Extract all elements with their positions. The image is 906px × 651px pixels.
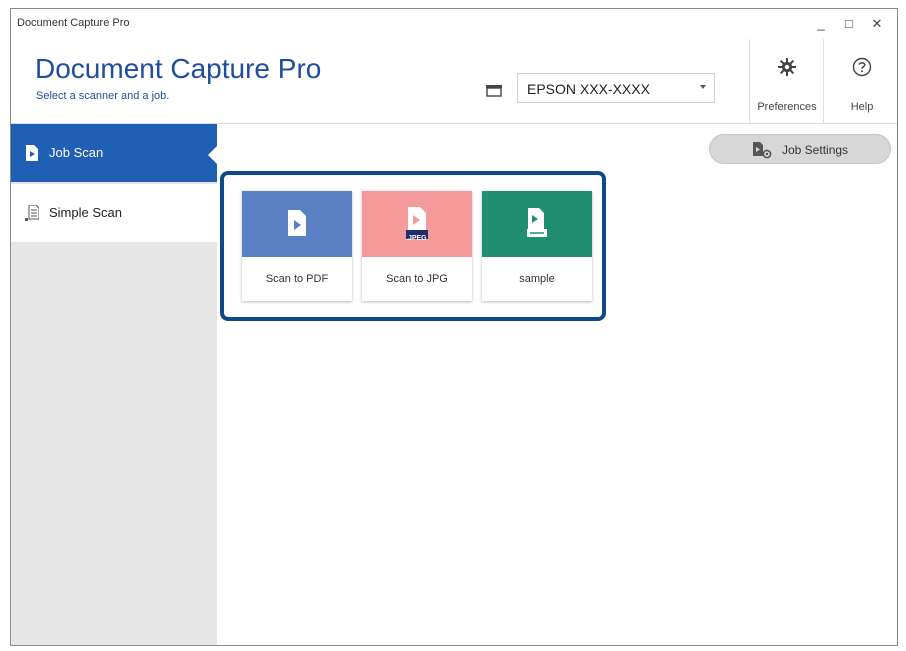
app-window: Document Capture Pro _ □ ✕ Document Capt… <box>10 8 898 646</box>
job-tile-label: Scan to PDF <box>265 273 329 285</box>
document-tray-icon <box>527 208 547 237</box>
help-label: Help <box>850 101 874 113</box>
app-header: Document Capture Pro Select a scanner an… <box>11 39 897 124</box>
app-title: Document Capture Pro <box>35 53 322 84</box>
sidebar-item-label: Job Scan <box>49 145 104 160</box>
minimize-button[interactable]: _ <box>807 13 835 35</box>
job-tile-scan-to-pdf[interactable]: Scan to PDF <box>242 191 352 301</box>
job-settings-label: Job Settings <box>782 143 849 157</box>
jpeg-badge-text: .JPEG <box>406 235 427 242</box>
sidebar-item-label: Simple Scan <box>49 205 122 220</box>
job-tile-label: sample <box>519 273 555 285</box>
help-button[interactable]: Help <box>823 39 900 123</box>
job-scan-icon <box>26 145 38 161</box>
sidebar-item-simple-scan[interactable]: Simple Scan <box>11 184 217 242</box>
app-subtitle: Select a scanner and a job. <box>36 90 170 102</box>
job-tile-color <box>482 191 592 257</box>
scanner-icon <box>486 85 502 97</box>
simple-scan-icon <box>25 205 39 221</box>
job-tile-color <box>242 191 352 257</box>
gear-icon <box>778 58 796 76</box>
sidebar-item-job-scan[interactable]: Job Scan <box>11 124 217 182</box>
active-indicator <box>208 146 217 164</box>
preferences-label: Preferences <box>757 101 817 113</box>
job-settings-button[interactable]: Job Settings <box>709 134 891 164</box>
job-tile-color: .JPEG <box>362 191 472 257</box>
sidebar: Job Scan Simple Scan <box>11 124 217 645</box>
title-bar: Document Capture Pro _ □ ✕ <box>11 9 897 40</box>
preferences-button[interactable]: Preferences <box>749 39 824 123</box>
close-button[interactable]: ✕ <box>863 13 891 35</box>
pdf-document-icon <box>288 210 306 236</box>
job-tile-label: Scan to JPG <box>386 273 448 285</box>
window-title: Document Capture Pro <box>17 17 130 29</box>
chevron-down-icon <box>700 85 706 89</box>
help-icon <box>852 57 872 77</box>
job-tile-sample[interactable]: sample <box>482 191 592 301</box>
job-list: Scan to PDF .JPEG Scan to JPG sample <box>220 171 606 321</box>
job-tile-scan-to-jpg[interactable]: .JPEG Scan to JPG <box>362 191 472 301</box>
job-settings-icon <box>753 142 772 159</box>
window-controls: _ □ ✕ <box>807 13 891 35</box>
scanner-select-value: EPSON XXX-XXXX <box>527 81 650 97</box>
scanner-select[interactable]: EPSON XXX-XXXX <box>517 73 715 103</box>
maximize-button[interactable]: □ <box>835 13 863 35</box>
